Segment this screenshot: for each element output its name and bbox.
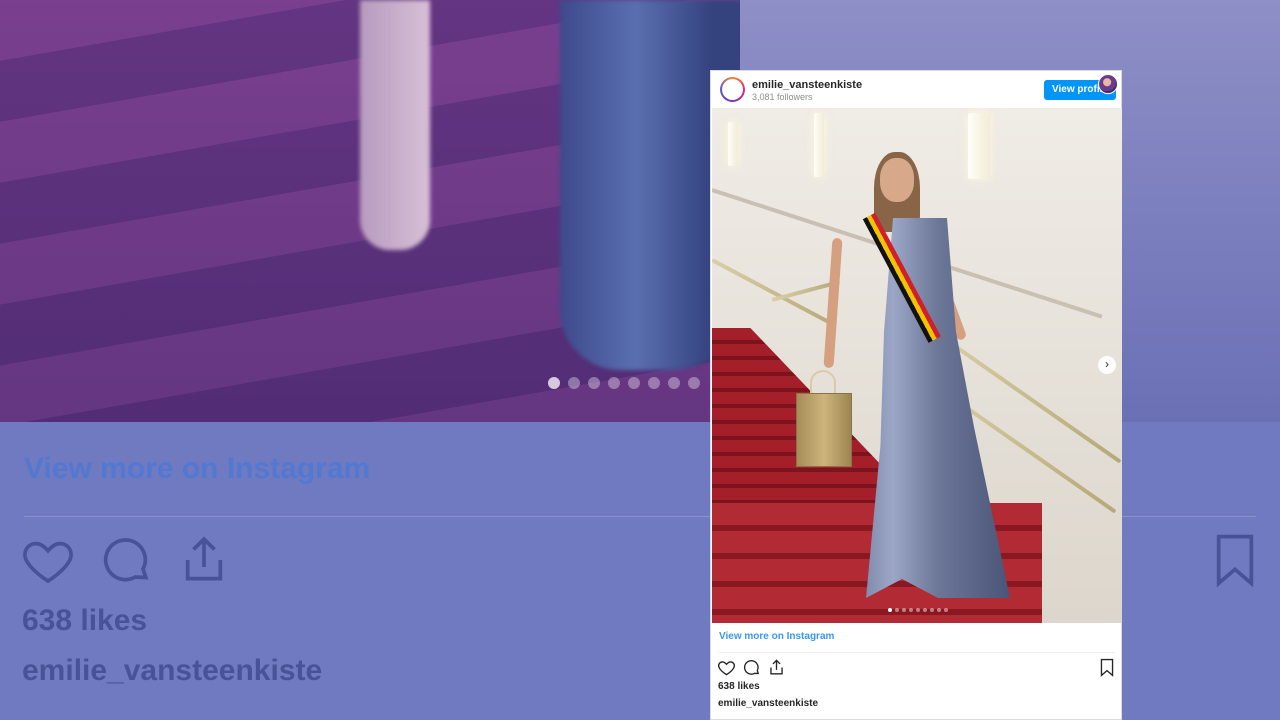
carousel-dot (902, 608, 906, 612)
carousel-dot (608, 377, 620, 389)
action-bar (717, 658, 786, 677)
comment-icon (98, 532, 154, 593)
carousel-dot (668, 377, 680, 389)
share-icon (176, 532, 232, 593)
carousel-dot (909, 608, 913, 612)
carousel-dot (923, 608, 927, 612)
wall-lamp (814, 113, 824, 177)
likes-count: 638 likes (718, 681, 760, 692)
carousel-dot (568, 377, 580, 389)
person-head (880, 158, 914, 202)
carousel-dot (930, 608, 934, 612)
carousel-dot (548, 377, 560, 389)
background-action-icons (20, 532, 232, 593)
carousel-dot (648, 377, 660, 389)
heart-icon (20, 532, 76, 593)
carousel-dots (888, 608, 948, 612)
view-more-link[interactable]: View more on Instagram (719, 631, 834, 642)
post-photo[interactable]: › (712, 108, 1122, 623)
carousel-dot (688, 377, 700, 389)
profile-avatar[interactable] (720, 77, 745, 102)
wall-lamp (728, 122, 738, 166)
share-icon[interactable] (767, 658, 786, 677)
carousel-dot (628, 377, 640, 389)
shopping-bag (796, 393, 852, 467)
carousel-dot (937, 608, 941, 612)
background-leg (360, 0, 430, 250)
footer-divider (719, 652, 1115, 653)
background-carousel-dots (548, 377, 700, 389)
carousel-dot (895, 608, 899, 612)
caption-username[interactable]: emilie_vansteenkiste (718, 698, 818, 709)
heart-icon[interactable] (717, 658, 736, 677)
instagram-embed-card: emilie_vansteenkiste 3,081 followers Vie… (710, 70, 1122, 720)
chevron-right-icon[interactable]: › (1098, 356, 1116, 374)
background-view-more-link: View more on Instagram (24, 452, 371, 485)
embed-header: emilie_vansteenkiste 3,081 followers Vie… (711, 71, 1121, 108)
bookmark-icon (1210, 532, 1260, 593)
background-username: emilie_vansteenkiste (22, 654, 323, 687)
comment-icon[interactable] (742, 658, 761, 677)
wall-lamp (968, 113, 990, 179)
profile-username[interactable]: emilie_vansteenkiste (752, 79, 862, 91)
carousel-dot (888, 608, 892, 612)
carousel-dot (944, 608, 948, 612)
carousel-dot (916, 608, 920, 612)
bookmark-icon[interactable] (1099, 658, 1115, 677)
carousel-dot (588, 377, 600, 389)
background-likes: 638 likes (22, 604, 148, 637)
followers-count: 3,081 followers (752, 92, 813, 102)
viewer-avatar[interactable] (1098, 74, 1118, 94)
